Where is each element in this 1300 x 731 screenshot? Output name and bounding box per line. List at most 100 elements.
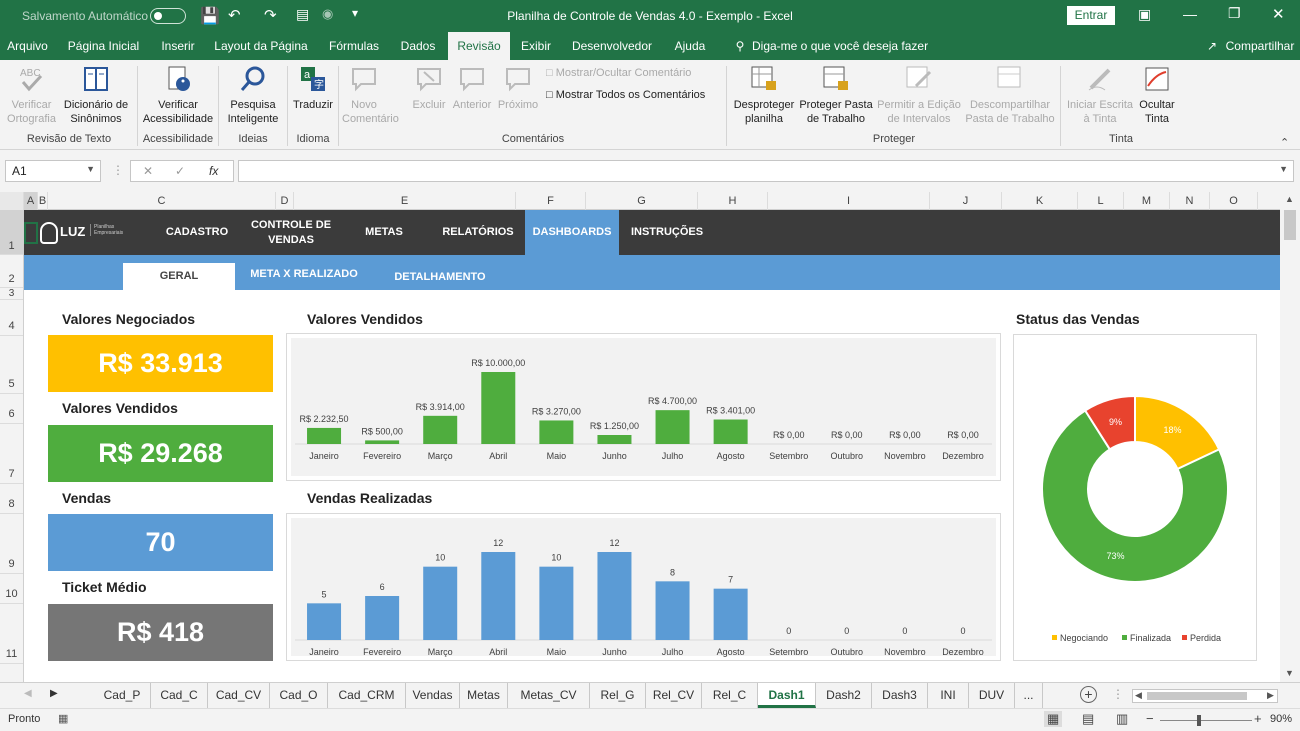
zoom-slider-thumb[interactable] [1197, 715, 1201, 726]
sheet-tab-rel-c[interactable]: Rel_C [702, 683, 758, 708]
accessibility-button[interactable]: Verificar Acessibilidade [140, 64, 216, 126]
row-header-10[interactable]: 10 [0, 574, 23, 604]
bar-janeiro[interactable] [307, 603, 342, 640]
nav-metas[interactable]: METAS [344, 210, 424, 255]
bar-janeiro[interactable] [307, 427, 342, 444]
scroll-down-icon[interactable]: ▼ [1285, 668, 1294, 678]
ribbon-display-icon[interactable]: ▣ [1138, 6, 1151, 23]
column-header-m[interactable]: M [1124, 192, 1170, 210]
sheet-tab-cad-c[interactable]: Cad_C [151, 683, 208, 708]
bar-abril[interactable] [481, 552, 516, 640]
translate-button[interactable]: a字 Traduzir [290, 64, 336, 112]
redo-icon[interactable]: ↷ [264, 6, 277, 24]
smart-lookup-button[interactable]: Pesquisa Inteligente [222, 64, 284, 126]
sheet-tab-cad-cv[interactable]: Cad_CV [208, 683, 270, 708]
scroll-up-icon[interactable]: ▲ [1285, 194, 1294, 204]
next-comment-button[interactable]: Próximo [496, 64, 540, 112]
bar-março[interactable] [423, 566, 458, 640]
horizontal-scrollbar[interactable]: ◀ ▶ [1132, 689, 1278, 703]
row-header-2[interactable]: 2 [0, 255, 23, 288]
signin-button[interactable]: Entrar [1067, 6, 1115, 25]
share-button[interactable]: Compartilhar [1224, 32, 1296, 60]
sheet-tab-more[interactable]: ... [1015, 683, 1043, 708]
zoom-in-icon[interactable]: + [1254, 711, 1262, 726]
bar-abril[interactable] [481, 372, 516, 444]
bar-julho[interactable] [655, 581, 690, 640]
column-header-l[interactable]: L [1078, 192, 1124, 210]
cancel-icon[interactable]: ✕ [143, 164, 153, 178]
enter-icon[interactable]: ✓ [175, 164, 185, 178]
menu-exibir[interactable]: Exibir [512, 32, 560, 60]
subnav-meta-realizado[interactable]: META X REALIZADO [244, 262, 364, 286]
save-icon[interactable]: 💾 [200, 6, 220, 26]
print-preview-icon[interactable]: ▤ [296, 6, 309, 23]
macro-record-icon[interactable]: ▦ [58, 712, 68, 725]
nav-controle-vendas[interactable]: CONTROLE DE VENDAS [250, 210, 332, 255]
sheet-tab-dash1[interactable]: Dash1 [758, 683, 816, 708]
restore-icon[interactable]: ❐ [1228, 5, 1241, 22]
hscroll-left-icon[interactable]: ◀ [1135, 690, 1142, 701]
column-header-f[interactable]: F [516, 192, 586, 210]
menu-revisao[interactable]: Revisão [448, 32, 510, 60]
insert-function-icon[interactable]: fx [209, 164, 218, 178]
row-header-9[interactable]: 9 [0, 514, 23, 574]
bar-fevereiro[interactable] [365, 440, 400, 444]
row-header-6[interactable]: 6 [0, 394, 23, 424]
thesaurus-button[interactable]: Dicionário de Sinônimos [60, 64, 132, 126]
column-header-j[interactable]: J [930, 192, 1002, 210]
spelling-button[interactable]: ABC Verificar Ortografia [4, 64, 59, 126]
column-header-o[interactable]: O [1210, 192, 1258, 210]
bar-março[interactable] [423, 415, 458, 444]
name-box[interactable]: A1 ▼ [5, 160, 101, 182]
new-comment-button[interactable]: Novo Comentário [342, 64, 399, 126]
expand-formula-icon[interactable]: ▼ [1279, 164, 1288, 174]
sheet-tab-cad-o[interactable]: Cad_O [270, 683, 328, 708]
menu-ajuda[interactable]: Ajuda [664, 32, 716, 60]
hscroll-right-icon[interactable]: ▶ [1267, 690, 1274, 701]
row-header-5[interactable]: 5 [0, 336, 23, 394]
sheet-tab-duv[interactable]: DUV [969, 683, 1015, 708]
tab-scroll-left-icon[interactable]: ◀ [24, 688, 32, 699]
bar-maio[interactable] [539, 566, 574, 640]
column-header-b[interactable]: B [38, 192, 48, 210]
vertical-scrollbar[interactable]: ▲ ▼ [1280, 192, 1300, 682]
bar-junho[interactable] [597, 552, 632, 640]
protect-workbook-button[interactable]: Proteger Pasta de Trabalho [798, 64, 874, 126]
formula-input[interactable]: ▼ [238, 160, 1294, 182]
column-header-d[interactable]: D [276, 192, 294, 210]
menu-pagina-inicial[interactable]: Página Inicial [57, 32, 150, 60]
add-sheet-icon[interactable]: + [1080, 686, 1097, 703]
nav-dashboards[interactable]: DASHBOARDS [525, 210, 619, 255]
column-header-h[interactable]: H [698, 192, 768, 210]
select-all-corner[interactable] [0, 192, 24, 210]
unshare-workbook-button[interactable]: Descompartilhar Pasta de Trabalho [964, 64, 1056, 126]
zoom-slider[interactable] [1160, 720, 1252, 721]
chart-valores-vendidos[interactable]: R$ 2.232,50 Janeiro R$ 500,00 Fevereiro R$ 3… [286, 333, 1001, 481]
subnav-detalhamento[interactable]: DETALHAMENTO [384, 265, 496, 289]
sheet-tab-cad-p[interactable]: Cad_P [94, 683, 151, 708]
bar-fevereiro[interactable] [365, 596, 400, 640]
delete-comment-button[interactable]: Excluir [410, 64, 448, 112]
chart-status-vendas[interactable]: 18% 73% 9% Negociando Finalizada Perdida [1013, 334, 1257, 661]
sheet-tab-metas-cv[interactable]: Metas_CV [508, 683, 590, 708]
column-header-g[interactable]: G [586, 192, 698, 210]
autosave-toggle[interactable] [150, 8, 186, 24]
row-header-11[interactable]: 11 [0, 604, 23, 664]
sheet-tab-cad-crm[interactable]: Cad_CRM [328, 683, 406, 708]
page-layout-view-icon[interactable]: ▤ [1082, 711, 1094, 727]
scroll-thumb[interactable] [1284, 210, 1296, 240]
bar-agosto[interactable] [713, 588, 748, 640]
normal-view-icon[interactable]: ▦ [1044, 711, 1063, 727]
hide-ink-button[interactable]: Ocultar Tinta [1136, 64, 1178, 126]
zoom-out-icon[interactable]: − [1146, 711, 1154, 726]
sheet-tab-dash3[interactable]: Dash3 [872, 683, 928, 708]
column-header-e[interactable]: E [294, 192, 516, 210]
start-inking-button[interactable]: Iniciar Escrita à Tinta [1064, 64, 1136, 126]
page-break-view-icon[interactable]: ▥ [1116, 711, 1128, 727]
bar-agosto[interactable] [713, 419, 748, 444]
undo-icon[interactable]: ↶ [228, 6, 241, 24]
show-hide-comment-button[interactable]: □ Mostrar/Ocultar Comentário [546, 67, 691, 79]
sheet-tab-rel-g[interactable]: Rel_G [590, 683, 646, 708]
previous-comment-button[interactable]: Anterior [450, 64, 494, 112]
menu-layout[interactable]: Layout da Página [206, 32, 316, 60]
